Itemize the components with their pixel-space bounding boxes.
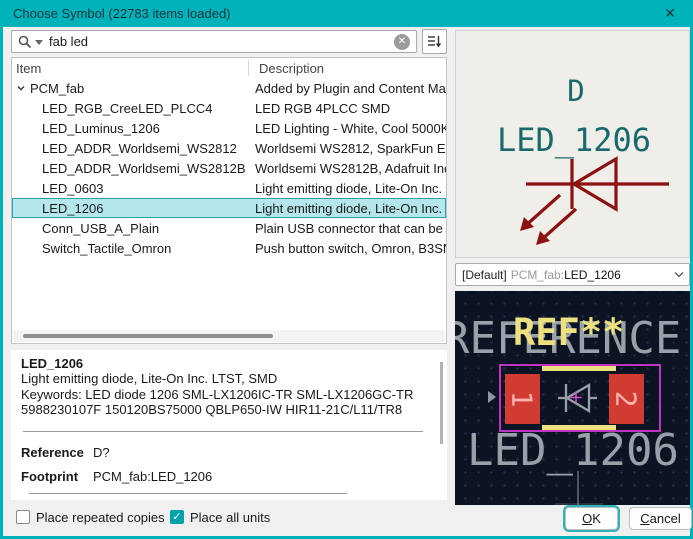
- divider: [23, 430, 423, 432]
- divider: [29, 492, 347, 494]
- horizontal-scrollbar-thumb[interactable]: [23, 334, 273, 338]
- horizontal-scrollbar[interactable]: [13, 330, 445, 342]
- close-icon[interactable]: ✕: [658, 2, 682, 24]
- place-all-units-checkbox[interactable]: ✓: [170, 510, 184, 524]
- symbol-details-pane: LED_1206 Light emitting diode, Lite-On I…: [11, 350, 447, 500]
- search-dropdown-caret-icon[interactable]: [35, 40, 43, 45]
- place-repeated-copies-checkbox[interactable]: [16, 510, 30, 524]
- chevron-down-icon[interactable]: [16, 83, 26, 93]
- search-input[interactable]: [47, 33, 394, 50]
- silk-bar-top: [542, 366, 616, 371]
- tree-row[interactable]: LED_RGB_CreeLED_PLCC4 LED RGB 4PLCC SMD: [12, 98, 446, 118]
- title-bar: Choose Symbol (22783 items loaded) ✕: [3, 0, 690, 27]
- list-options-icon: [428, 36, 442, 48]
- reference-value: D?: [93, 444, 110, 460]
- cancel-button[interactable]: Cancel: [629, 507, 692, 530]
- detail-symbol-name: LED_1206: [21, 356, 84, 371]
- tree-row-selected[interactable]: LED_1206 Light emitting diode, Lite-On I…: [12, 198, 446, 218]
- tree-row[interactable]: LED_ADDR_Worldsemi_WS2812 Worldsemi WS28…: [12, 138, 446, 158]
- reference-label: Reference: [21, 444, 84, 460]
- column-header-item[interactable]: Item: [12, 61, 251, 76]
- fab-reference-text: REF**: [513, 311, 624, 354]
- pad-1-number: 1: [506, 391, 539, 408]
- detail-keywords-line1: Keywords: LED diode 1206 SML-LX1206IC-TR…: [21, 386, 414, 402]
- detail-description: Light emitting diode, Lite-On Inc. LTST,…: [21, 371, 278, 386]
- choose-symbol-dialog: Choose Symbol (22783 items loaded) ✕ ✕ I…: [0, 0, 693, 539]
- dialog-footer: Place repeated copies ✓ Place all units …: [3, 500, 692, 533]
- vertical-scrollbar-thumb[interactable]: [440, 362, 443, 444]
- footprint-select-name: LED_1206: [564, 267, 621, 282]
- tree-row[interactable]: LED_Luminus_1206 LED Lighting - White, C…: [12, 118, 446, 138]
- ok-button[interactable]: OK: [565, 507, 618, 530]
- footprint-label: Footprint: [21, 468, 79, 484]
- footprint-select-library: PCM_fab:: [510, 267, 565, 282]
- symbol-preview-panel: D LED_1206: [455, 30, 690, 258]
- tree-row-library[interactable]: PCM_fab Added by Plugin and Content Mana…: [12, 78, 446, 98]
- origin-marker-icon: [488, 391, 496, 403]
- footprint-select-default-tag: [Default]: [462, 267, 507, 282]
- column-header-description[interactable]: Description: [251, 61, 324, 76]
- footprint-value-text: LED_1206: [467, 425, 679, 476]
- column-divider[interactable]: [248, 60, 249, 76]
- symbol-reference-text: D: [567, 74, 584, 108]
- tree-row[interactable]: Conn_USB_A_Plain Plain USB connector tha…: [12, 218, 446, 238]
- tree-header: Item Description: [12, 58, 446, 78]
- search-icon: [18, 35, 32, 48]
- led-arrow-heads: [520, 217, 550, 245]
- detail-keywords-line2: 5988230107F 150120BS75000 QBLP650-IW HIR…: [21, 402, 403, 417]
- led-symbol-graphic: [522, 156, 669, 243]
- clear-search-icon[interactable]: ✕: [394, 33, 410, 50]
- pad-2-number: 2: [610, 391, 643, 408]
- symbol-tree: Item Description PCM_fab Added by Plugin…: [11, 57, 447, 344]
- footprint-value: PCM_fab:LED_1206: [93, 468, 213, 484]
- tree-row[interactable]: LED_ADDR_Worldsemi_WS2812B Worldsemi WS2…: [12, 158, 446, 178]
- place-repeated-copies-label: Place repeated copies: [36, 510, 165, 525]
- dialog-title: Choose Symbol (22783 items loaded): [13, 6, 231, 21]
- tree-row[interactable]: LED_0603 Light emitting diode, Lite-On I…: [12, 178, 446, 198]
- search-options-button[interactable]: [422, 29, 447, 54]
- place-all-units-label: Place all units: [190, 510, 271, 525]
- footprint-preview-canvas[interactable]: REFERENCE REF** 1 2 LED_1206: [455, 291, 690, 505]
- footprint-select[interactable]: [Default] PCM_fab: LED_1206: [455, 263, 690, 286]
- search-box[interactable]: ✕: [11, 30, 417, 53]
- chevron-down-icon: [674, 272, 684, 278]
- tree-row[interactable]: Switch_Tactile_Omron Push button switch,…: [12, 238, 446, 258]
- symbol-value-text: LED_1206: [497, 121, 651, 159]
